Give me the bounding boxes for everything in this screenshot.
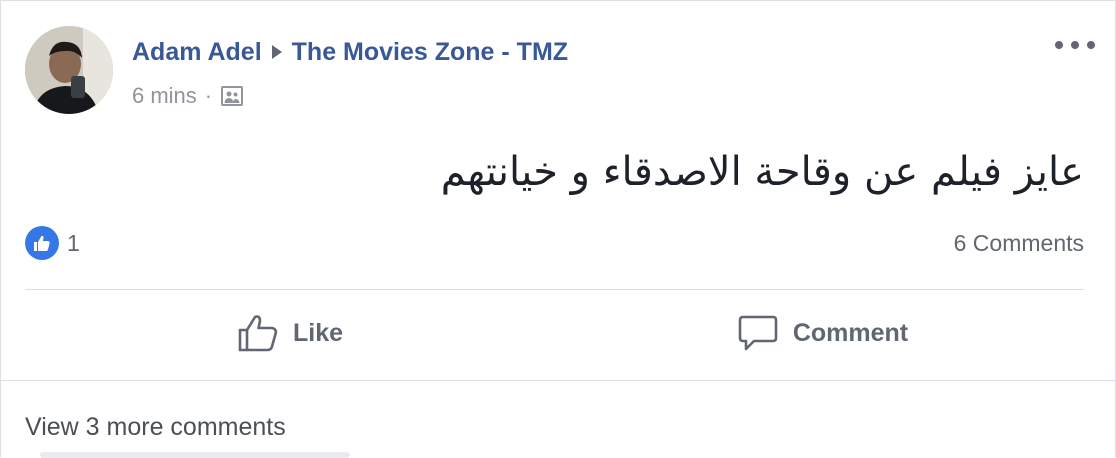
post-meta: 6 mins · — [132, 82, 244, 110]
like-reaction-icon[interactable] — [25, 226, 59, 260]
like-button[interactable]: Like — [190, 300, 390, 366]
reaction-count[interactable]: 1 — [67, 228, 80, 258]
post-text: عايز فيلم عن وقاحة الاصدقاء و خيانتهم — [440, 149, 1084, 195]
author-name-link[interactable]: Adam Adel — [132, 38, 262, 67]
author-avatar[interactable] — [25, 26, 113, 114]
post-timestamp[interactable]: 6 mins — [132, 83, 197, 109]
like-label: Like — [292, 318, 344, 347]
post-card: Adam Adel The Movies Zone - TMZ 6 mins ·… — [0, 0, 1116, 458]
comments-count-link[interactable]: 6 Comments — [954, 228, 1084, 258]
comment-button[interactable]: Comment — [700, 300, 945, 366]
next-comment-stub — [40, 452, 350, 458]
divider — [0, 380, 1116, 381]
thumbs-up-icon — [237, 313, 279, 353]
meta-separator: · — [204, 83, 213, 108]
group-name-link[interactable]: The Movies Zone - TMZ — [292, 38, 568, 67]
more-options-icon[interactable] — [1055, 38, 1095, 52]
view-more-comments-link[interactable]: View 3 more comments — [25, 410, 286, 444]
comment-icon — [737, 313, 779, 353]
post-header-title: Adam Adel The Movies Zone - TMZ — [132, 35, 568, 69]
right-arrow-icon — [271, 45, 282, 59]
comment-label: Comment — [792, 318, 909, 347]
divider — [25, 289, 1084, 290]
group-audience-icon[interactable] — [220, 84, 244, 108]
